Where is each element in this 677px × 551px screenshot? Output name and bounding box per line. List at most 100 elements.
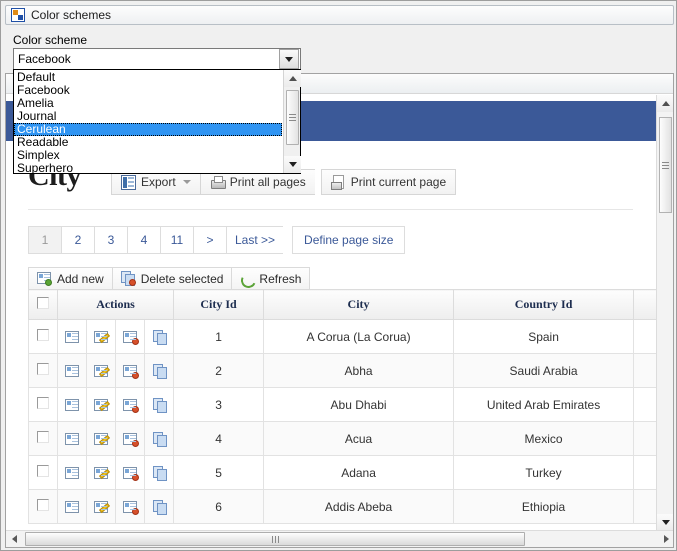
copy-icon[interactable] [153,330,166,343]
dropdown-scroll-down-button[interactable] [284,156,301,173]
window-titlebar: Color schemes [5,5,674,25]
edit-action-cell[interactable] [87,388,116,422]
dropdown-scrollbar[interactable] [283,70,300,173]
edit-icon[interactable] [94,467,108,479]
row-checkbox[interactable] [37,363,49,375]
scroll-left-button[interactable] [6,531,23,548]
view-action-cell[interactable] [58,388,87,422]
copy-action-cell[interactable] [145,490,174,524]
table-row[interactable]: 5 Adana Turkey [29,456,658,490]
color-scheme-combobox[interactable]: Facebook [13,48,301,70]
horizontal-scrollbar[interactable] [6,530,674,547]
view-icon[interactable] [65,399,79,411]
edit-action-cell[interactable] [87,354,116,388]
page-vertical-scrollbar[interactable] [656,95,673,531]
page-button-1[interactable]: 1 [28,226,61,254]
view-action-cell[interactable] [58,422,87,456]
last-page-button[interactable]: Last >> [226,226,283,254]
view-icon[interactable] [65,365,79,377]
copy-action-cell[interactable] [145,422,174,456]
dropdown-scroll-up-button[interactable] [284,70,301,87]
copy-icon[interactable] [153,398,166,411]
delete-icon[interactable] [123,331,137,343]
color-scheme-dropdown-list[interactable]: Default Facebook Amelia Journal Cerulean… [13,69,301,174]
row-checkbox[interactable] [37,397,49,409]
delete-action-cell[interactable] [116,388,145,422]
horizontal-scroll-thumb[interactable] [25,532,525,546]
edit-icon[interactable] [94,331,108,343]
copy-icon[interactable] [153,466,166,479]
edit-action-cell[interactable] [87,456,116,490]
delete-icon[interactable] [123,467,137,479]
copy-action-cell[interactable] [145,320,174,354]
refresh-button[interactable]: Refresh [231,267,310,290]
scroll-down-button[interactable] [657,514,674,531]
delete-action-cell[interactable] [116,490,145,524]
table-row[interactable]: 3 Abu Dhabi United Arab Emirates [29,388,658,422]
dropdown-scroll-thumb[interactable] [286,90,299,145]
vertical-scroll-thumb[interactable] [659,117,672,213]
table-row[interactable]: 2 Abha Saudi Arabia [29,354,658,388]
edit-icon[interactable] [94,399,108,411]
row-select-cell[interactable] [29,490,58,524]
delete-icon[interactable] [123,501,137,513]
delete-icon[interactable] [123,433,137,445]
print-current-page-button[interactable]: Print current page [321,169,456,195]
delete-action-cell[interactable] [116,320,145,354]
edit-icon[interactable] [94,365,108,377]
view-icon[interactable] [65,433,79,445]
delete-selected-button[interactable]: Delete selected [112,267,232,290]
edit-icon[interactable] [94,433,108,445]
scroll-up-button[interactable] [657,95,674,112]
row-select-cell[interactable] [29,422,58,456]
edit-action-cell[interactable] [87,320,116,354]
copy-action-cell[interactable] [145,388,174,422]
table-row[interactable]: 1 A Corua (La Corua) Spain [29,320,658,354]
delete-action-cell[interactable] [116,354,145,388]
country-id-cell: Spain [454,320,634,354]
dropdown-option-superhero[interactable]: Superhero [14,162,283,173]
page-button-4[interactable]: 4 [127,226,160,254]
view-action-cell[interactable] [58,490,87,524]
delete-action-cell[interactable] [116,422,145,456]
copy-action-cell[interactable] [145,354,174,388]
row-checkbox[interactable] [37,329,49,341]
copy-icon[interactable] [153,364,166,377]
view-action-cell[interactable] [58,320,87,354]
delete-action-cell[interactable] [116,456,145,490]
edit-action-cell[interactable] [87,490,116,524]
view-icon[interactable] [65,501,79,513]
dropdown-option-facebook[interactable]: Facebook [14,84,283,97]
edit-action-cell[interactable] [87,422,116,456]
view-action-cell[interactable] [58,456,87,490]
delete-icon[interactable] [123,365,137,377]
page-button-11[interactable]: 11 [160,226,193,254]
view-icon[interactable] [65,467,79,479]
select-all-checkbox[interactable] [37,297,49,309]
table-row[interactable]: 6 Addis Abeba Ethiopia [29,490,658,524]
combobox-dropdown-button[interactable] [279,49,299,69]
define-page-size-button[interactable]: Define page size [292,226,405,254]
row-select-cell[interactable] [29,388,58,422]
row-checkbox[interactable] [37,465,49,477]
copy-icon[interactable] [153,432,166,445]
scroll-grip-icon [289,112,296,123]
add-new-button[interactable]: Add new [28,267,112,290]
row-select-cell[interactable] [29,456,58,490]
row-checkbox[interactable] [37,431,49,443]
page-button-3[interactable]: 3 [94,226,127,254]
row-select-cell[interactable] [29,354,58,388]
select-all-header[interactable] [29,290,58,320]
scroll-right-button[interactable] [658,531,674,548]
table-row[interactable]: 4 Acua Mexico [29,422,658,456]
view-action-cell[interactable] [58,354,87,388]
view-icon[interactable] [65,331,79,343]
next-page-button[interactable]: > [193,226,226,254]
page-button-2[interactable]: 2 [61,226,94,254]
row-checkbox[interactable] [37,499,49,511]
copy-action-cell[interactable] [145,456,174,490]
copy-icon[interactable] [153,500,166,513]
row-select-cell[interactable] [29,320,58,354]
edit-icon[interactable] [94,501,108,513]
delete-icon[interactable] [123,399,137,411]
